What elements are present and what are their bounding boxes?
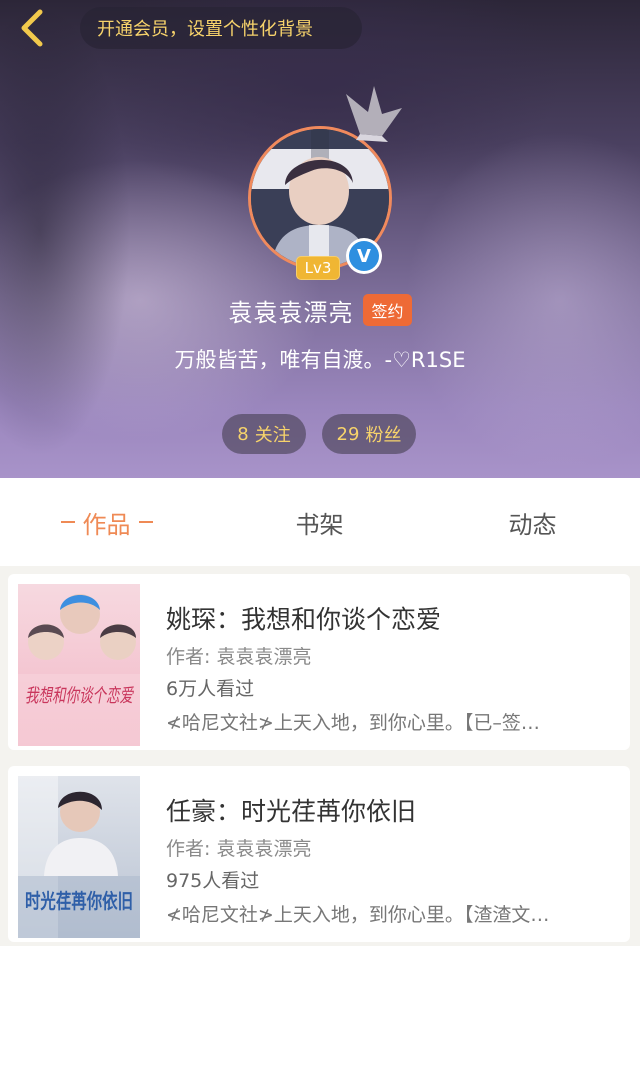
profile-tabs: 作品 书架 动态 <box>0 478 640 566</box>
signed-badge: 签约 <box>363 294 412 326</box>
tab-bookshelf[interactable]: 书架 <box>213 478 426 566</box>
chevron-left-icon <box>21 9 43 47</box>
following-label: 关注 <box>254 425 291 446</box>
fans-count-button[interactable]: 29 粉丝 <box>322 414 416 454</box>
following-count-button[interactable]: 8 关注 <box>222 414 306 454</box>
vip-banner-text: 开通会员，设置个性化背景 <box>97 19 313 40</box>
crown-icon <box>346 86 402 142</box>
tab-active-dash <box>138 521 153 523</box>
book-cover: 时光荏苒你依旧 <box>18 776 140 938</box>
work-author: 作者: 袁袁袁漂亮 <box>166 646 312 668</box>
verified-icon: V <box>346 238 382 274</box>
tab-feed[interactable]: 动态 <box>426 478 639 566</box>
tab-active-dash <box>60 521 75 523</box>
work-views: 6万人看过 <box>166 678 255 700</box>
following-count: 8 <box>237 423 249 445</box>
bio: 万般皆苦，唯有自渡。-♡R1SE <box>174 348 466 372</box>
work-author: 作者: 袁袁袁漂亮 <box>166 838 312 860</box>
back-button[interactable] <box>12 6 56 50</box>
cover-title-text: 我想和你谈个恋爱 <box>25 685 134 707</box>
work-title: 姚琛：我想和你谈个恋爱 <box>166 605 442 634</box>
work-title: 任豪：时光荏苒你依旧 <box>166 797 417 826</box>
work-card[interactable]: 我想和你谈个恋爱 姚琛：我想和你谈个恋爱 作者: 袁袁袁漂亮 6万人看过 ≮哈尼… <box>8 574 630 750</box>
level-badge: Lv3 <box>296 256 340 280</box>
cover-title-text: 时光荏苒你依旧 <box>25 889 133 913</box>
work-views: 975人看过 <box>166 870 260 892</box>
book-cover: 我想和你谈个恋爱 <box>18 584 140 746</box>
fans-label: 粉丝 <box>365 425 402 446</box>
tab-works-label: 作品 <box>82 510 131 539</box>
vip-background-banner[interactable]: 开通会员，设置个性化背景 <box>80 7 362 49</box>
work-card[interactable]: 时光荏苒你依旧 任豪：时光荏苒你依旧 作者: 袁袁袁漂亮 975人看过 ≮哈尼文… <box>8 766 630 942</box>
profile-header: 开通会员，设置个性化背景 Lv3 V 袁袁袁漂亮 签约 万般皆苦，唯有自渡。-♡… <box>0 0 640 478</box>
username: 袁袁袁漂亮 <box>228 298 354 327</box>
fans-count: 29 <box>336 423 360 445</box>
tab-works[interactable]: 作品 <box>0 478 213 566</box>
work-description: ≮哈尼文社≯上天入地，到你心里。【已–签… <box>166 712 540 734</box>
name-row: 袁袁袁漂亮 签约 <box>0 290 640 330</box>
work-description: ≮哈尼文社≯上天入地，到你心里。【渣渣文… <box>166 904 550 926</box>
tab-bookshelf-label: 书架 <box>295 510 344 539</box>
tab-feed-label: 动态 <box>508 510 557 539</box>
